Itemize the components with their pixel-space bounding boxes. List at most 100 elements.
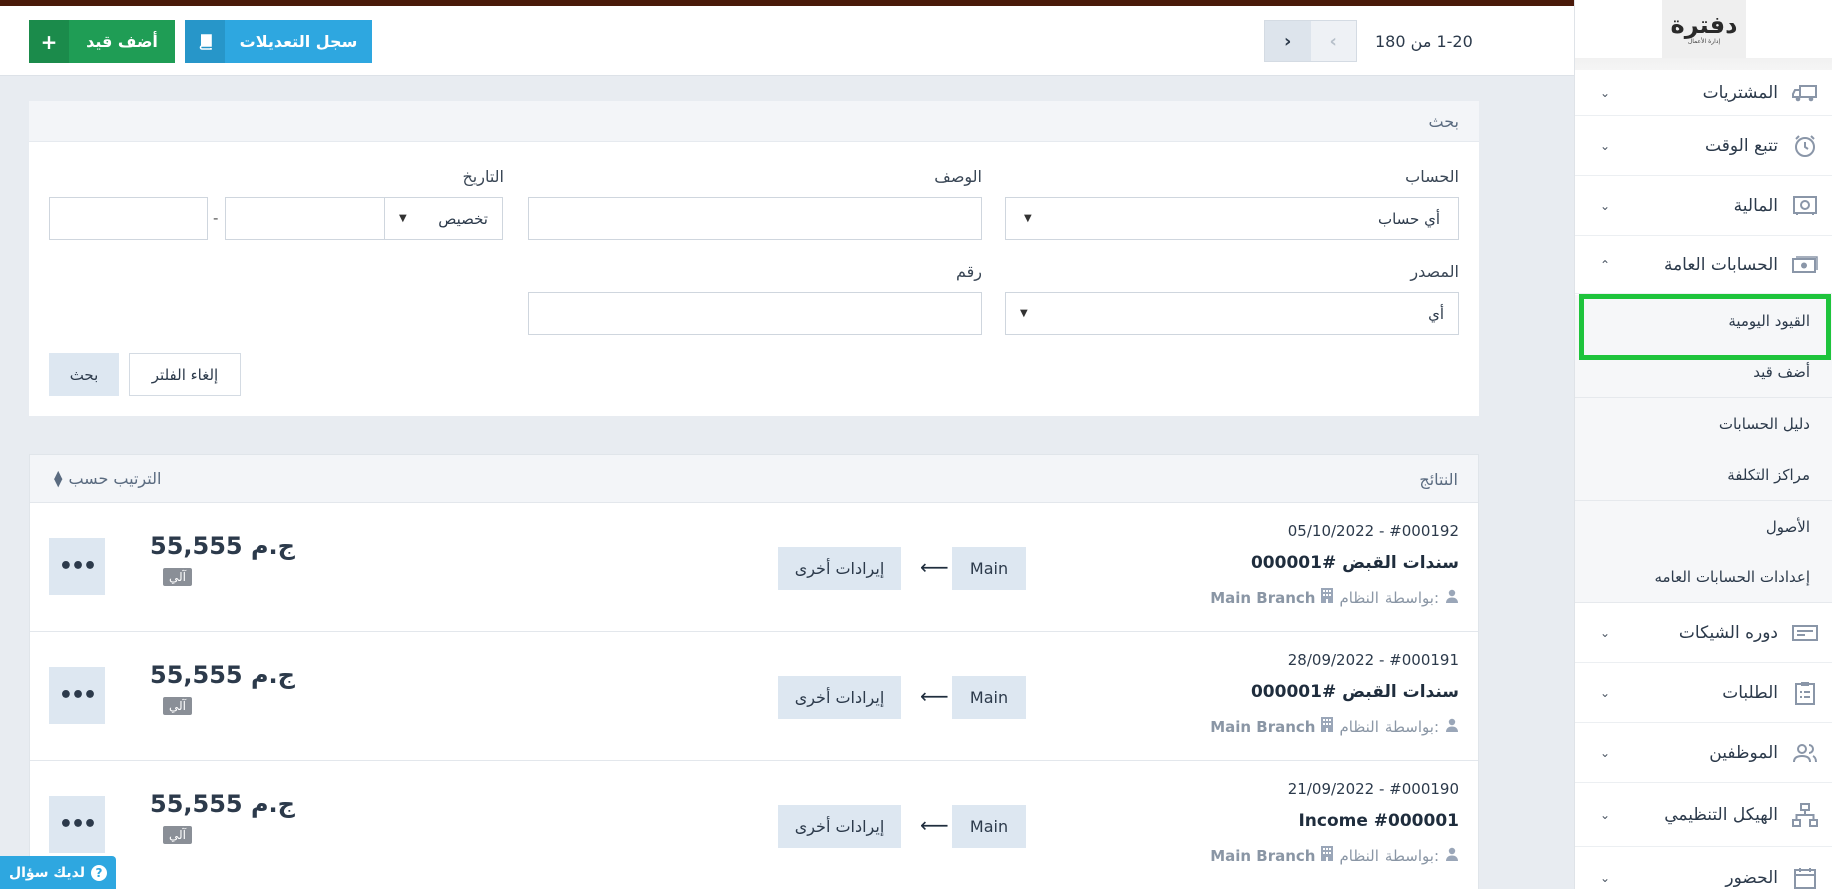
source-select-value: أي <box>1428 304 1444 323</box>
user-icon <box>1445 847 1459 865</box>
sidebar-item-attendance[interactable]: الحضور ⌄ <box>1575 848 1832 889</box>
calendar-icon <box>1792 866 1818 889</box>
journal-entry-row[interactable]: 28/09/2022 - #000191 سندات القبض #000001… <box>30 632 1478 761</box>
chevron-down-icon: ⌄ <box>1600 85 1611 100</box>
by-value: النظام <box>1339 588 1379 607</box>
sidebar-item-time-tracking[interactable]: تتبع الوقت ⌄ <box>1575 117 1832 176</box>
chevron-down-icon: ⌄ <box>1600 199 1611 213</box>
user-icon <box>1445 589 1459 607</box>
results-panel: النتائج ▲ ▼ الترتيب حسب 05/10/2022 - #000… <box>29 454 1479 889</box>
sort-by-label: الترتيب حسب <box>68 469 162 488</box>
chevron-down-icon: ⌄ <box>1600 139 1611 153</box>
date-type-select[interactable]: ▼ تخصيص <box>384 197 503 240</box>
arrow-left-icon: ⟵ <box>920 555 949 579</box>
by-label: بواسطة: <box>1384 846 1439 865</box>
sidebar-item-purchases[interactable]: المشتريات ⌄ <box>1575 70 1832 116</box>
source-select[interactable]: ▼ أي <box>1005 292 1459 335</box>
from-account-badge[interactable]: Main <box>952 676 1026 719</box>
users-icon <box>1792 741 1818 765</box>
more-actions-button[interactable]: ••• <box>49 796 105 853</box>
from-account-badge[interactable]: Main <box>952 805 1026 848</box>
by-label: بواسطة: <box>1384 588 1439 607</box>
sidebar-item-requests[interactable]: الطلبات ⌄ <box>1575 664 1832 723</box>
entry-title[interactable]: سندات القبض #000001 <box>1251 682 1459 702</box>
account-select-value: أي حساب <box>1377 209 1440 228</box>
number-label: رقم <box>955 262 982 281</box>
logo[interactable]: دفترة إدارة الأعمال <box>1662 0 1746 58</box>
description-label: الوصف <box>934 167 982 186</box>
to-account-badge[interactable]: إيرادات أخرى <box>778 547 901 590</box>
next-page-button[interactable]: › <box>1265 21 1311 61</box>
sidebar-item-org-structure[interactable]: الهيكل التنظيمي ⌄ <box>1575 784 1832 847</box>
add-entry-button[interactable]: + أضف قيد <box>29 20 175 63</box>
arrow-left-icon: ⟵ <box>920 813 949 837</box>
entry-date-number: 21/09/2022 - #000190 <box>1287 780 1459 798</box>
sidebar-item-employees[interactable]: الموظفين ⌄ <box>1575 724 1832 783</box>
description-input[interactable] <box>528 197 982 240</box>
sidebar-item-label: المشتريات <box>1702 82 1778 103</box>
sidebar-item-label: الموظفين <box>1709 743 1778 763</box>
date-from-input[interactable] <box>49 197 208 240</box>
chevron-down-icon: ⌄ <box>1600 746 1611 760</box>
help-button[interactable]: لديك سؤال ? <box>0 856 116 889</box>
search-panel-title: بحث <box>29 101 1479 142</box>
journal-entry-row[interactable]: 05/10/2022 - #000192 سندات القبض #000001… <box>30 503 1478 632</box>
ellipsis-icon: ••• <box>58 554 97 579</box>
sidebar-item-label: الحسابات العامة <box>1663 255 1778 275</box>
account-label: الحساب <box>1405 167 1459 186</box>
changelog-button[interactable]: سجل التعديلات <box>185 20 372 63</box>
date-to-input[interactable] <box>225 197 385 240</box>
results-title: النتائج <box>1419 470 1458 489</box>
logo-subtitle: إدارة الأعمال <box>1687 38 1721 45</box>
by-value: النظام <box>1339 717 1379 736</box>
chevron-down-icon: ▼ <box>399 213 407 224</box>
entry-date-number: 28/09/2022 - #000191 <box>1287 651 1459 669</box>
journal-entry-row[interactable]: 21/09/2022 - #000190 Income #000001 بواس… <box>30 761 1478 889</box>
more-actions-button[interactable]: ••• <box>49 538 105 595</box>
clear-filter-button[interactable]: إلغاء الفلتر <box>129 353 241 396</box>
help-label: لديك سؤال <box>8 864 85 881</box>
sidebar-subitem-cost-centers[interactable]: مراكز التكلفة <box>1575 449 1832 501</box>
sidebar-item-general-accounts[interactable]: الحسابات العامة ⌃ <box>1575 237 1832 294</box>
sidebar-item-cheques[interactable]: دوره الشيكات ⌄ <box>1575 603 1832 663</box>
sidebar-subitem-accounts-settings[interactable]: إعدادات الحسابات العامه <box>1575 552 1832 603</box>
account-select[interactable]: ▼ أي حساب <box>1005 197 1459 240</box>
sidebar-subitem-chart-of-accounts[interactable]: دليل الحسابات <box>1575 398 1832 450</box>
search-panel: بحث الحساب الوصف التاريخ ▼ أي حساب ▼ تخص… <box>29 101 1479 416</box>
chevron-down-icon: ▼ <box>1020 308 1028 319</box>
number-input[interactable] <box>528 292 982 335</box>
auto-badge: آلي <box>163 568 192 586</box>
entry-title[interactable]: سندات القبض #000001 <box>1251 553 1459 573</box>
entry-date-number: 05/10/2022 - #000192 <box>1287 522 1459 540</box>
from-account-badge[interactable]: Main <box>952 547 1026 590</box>
chevron-down-icon: ⌄ <box>1600 808 1611 822</box>
source-label: المصدر <box>1410 262 1459 281</box>
date-label: التاريخ <box>462 167 504 186</box>
branch-name: Main Branch <box>1210 846 1316 865</box>
prev-page-button[interactable]: ‹ <box>1310 21 1356 61</box>
chevron-left-icon: ‹ <box>1329 30 1337 52</box>
entry-author: بواسطة: النظام Main Branch <box>1210 846 1459 865</box>
to-account-badge[interactable]: إيرادات أخرى <box>778 676 901 719</box>
entry-title[interactable]: Income #000001 <box>1298 811 1459 831</box>
to-account-badge[interactable]: إيرادات أخرى <box>778 805 901 848</box>
chevron-down-icon: ⌄ <box>1600 686 1611 700</box>
truck-icon <box>1792 81 1818 105</box>
add-entry-label: أضف قيد <box>86 32 158 51</box>
book-icon <box>185 20 225 63</box>
more-actions-button[interactable]: ••• <box>49 667 105 724</box>
logo-text: دفترة <box>1670 11 1738 39</box>
sidebar-item-label: تتبع الوقت <box>1705 136 1778 156</box>
branch-name: Main Branch <box>1210 588 1316 607</box>
page-toolbar: + أضف قيد سجل التعديلات › ‹ 1-20 من 180 <box>0 6 1574 76</box>
sidebar-subitem-assets[interactable]: الأصول <box>1575 501 1832 553</box>
sidebar-item-finance[interactable]: المالية ⌄ <box>1575 177 1832 236</box>
search-button[interactable]: بحث <box>49 353 119 396</box>
arrow-left-icon: ⟵ <box>920 684 949 708</box>
entry-author: بواسطة: النظام Main Branch <box>1210 588 1459 607</box>
by-label: بواسطة: <box>1384 717 1439 736</box>
chevron-right-icon: › <box>1284 30 1292 52</box>
sort-by-button[interactable]: ▲ ▼ الترتيب حسب <box>54 469 162 489</box>
chevron-down-icon: ⌄ <box>1600 625 1611 640</box>
safe-icon <box>1792 194 1818 218</box>
